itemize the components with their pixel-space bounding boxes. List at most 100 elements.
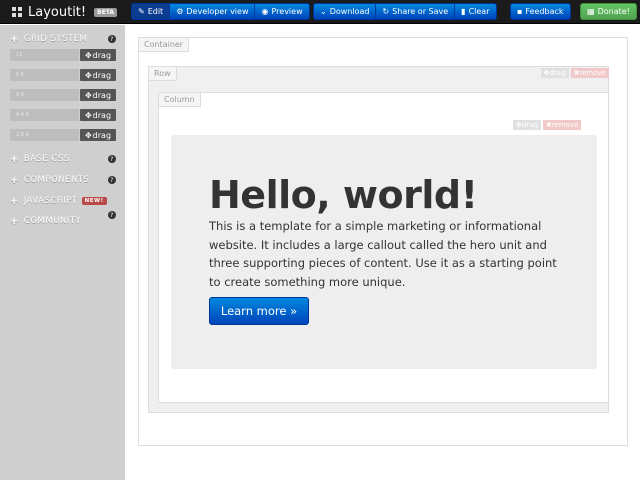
learn-more-button[interactable]: Learn more » <box>209 297 309 325</box>
column-label: Column <box>159 93 201 107</box>
share-label: Share or Save <box>392 7 449 16</box>
drag-handle[interactable]: ✥ drag <box>80 109 116 121</box>
grid-system-header[interactable]: + GRID SYSTEM ? <box>10 33 116 45</box>
grid-row-6-6: 6 6 ✥ drag <box>10 69 116 81</box>
grid-value-field[interactable]: 2 6 4 <box>10 129 79 141</box>
javascript-header[interactable]: + JAVASCRIPT NEW! <box>10 195 116 207</box>
beta-badge: BETA <box>94 7 118 17</box>
grid-value-field[interactable]: 4 4 4 <box>10 109 79 121</box>
components-header[interactable]: + COMPONENTS ? <box>10 174 116 186</box>
sidebar: + GRID SYSTEM ? 12 ✥ drag 6 6 ✥ drag 8 4 ✥… <box>0 25 125 480</box>
move-icon: ✥ <box>84 130 92 140</box>
grid-system-label: GRID SYSTEM <box>23 34 88 44</box>
file-button-group: ⌄ Download ↻ Share or Save ▮ Clear <box>313 3 497 20</box>
developer-icon: ⚙ <box>176 7 184 16</box>
download-button[interactable]: ⌄ Download <box>314 4 377 19</box>
help-icon[interactable]: ? <box>108 211 116 219</box>
plus-icon: + <box>10 174 19 186</box>
row-actions: ✥ drag ✖ remove <box>540 68 609 78</box>
preview-button[interactable]: ◉ Preview <box>255 4 308 19</box>
grid-value-field[interactable]: 12 <box>10 49 79 61</box>
drag-label: drag <box>92 90 112 100</box>
eye-icon: ◉ <box>261 7 269 16</box>
column-element[interactable]: Column ✥ drag ✖ remove Hello, world! This … <box>158 92 609 403</box>
column-remove-button[interactable]: ✖ remove <box>542 120 582 130</box>
plus-icon: + <box>10 33 19 45</box>
developer-view-label: Developer view <box>186 7 249 16</box>
drag-label: drag <box>521 121 538 129</box>
hero-text: This is a template for a simple marketin… <box>209 219 557 290</box>
clear-label: Clear <box>468 7 490 16</box>
column-drag-button[interactable]: ✥ drag <box>513 120 541 130</box>
container-label: Container <box>139 38 190 52</box>
share-icon: ↻ <box>382 7 390 16</box>
help-icon[interactable]: ? <box>108 35 116 43</box>
top-navbar: Layoutit! BETA ✎ Edit ⚙ Developer view ◉… <box>0 0 640 24</box>
row-drag-button[interactable]: ✥ drag <box>540 68 569 78</box>
download-icon: ⌄ <box>320 7 327 16</box>
drag-label: drag <box>549 69 566 77</box>
trash-icon: ▮ <box>461 7 466 16</box>
plus-icon: + <box>10 153 19 165</box>
drag-label: drag <box>92 130 112 140</box>
row-label: Row <box>149 67 177 81</box>
brand[interactable]: Layoutit! BETA <box>12 4 118 20</box>
plus-icon: + <box>10 195 19 207</box>
donate-group: ▦ Donate! <box>580 3 637 20</box>
donate-button[interactable]: ▦ Donate! <box>581 4 636 19</box>
community-label: COMMUNITY <box>23 216 82 226</box>
grid-row-4-4-4: 4 4 4 ✥ drag <box>10 109 116 121</box>
move-icon: ✥ <box>84 110 92 120</box>
brand-title: Layoutit! <box>28 4 87 20</box>
move-icon: ✥ <box>84 50 92 60</box>
hero-unit[interactable]: Hello, world! This is a template for a s… <box>171 135 597 369</box>
drag-label: drag <box>92 110 112 120</box>
grid-row-12: 12 ✥ drag <box>10 49 116 61</box>
mode-button-group: ✎ Edit ⚙ Developer view ◉ Preview <box>131 3 310 20</box>
comment-icon: ▪ <box>517 7 523 16</box>
plus-icon: + <box>10 215 19 227</box>
drag-handle[interactable]: ✥ drag <box>80 89 116 101</box>
new-badge: NEW! <box>81 197 107 205</box>
components-label: COMPONENTS <box>23 175 90 185</box>
feedback-group: ▪ Feedback <box>510 3 571 20</box>
row-element[interactable]: Row ✥ drag ✖ remove Column ✥ drag ✖ remove H… <box>148 66 609 413</box>
edit-button[interactable]: ✎ Edit <box>132 4 171 19</box>
move-icon: ✥ <box>84 90 92 100</box>
drag-handle[interactable]: ✥ drag <box>80 69 116 81</box>
donate-label: Donate! <box>597 7 630 16</box>
drag-handle[interactable]: ✥ drag <box>80 49 116 61</box>
column-actions: ✥ drag ✖ remove <box>513 120 582 130</box>
share-or-save-button[interactable]: ↻ Share or Save <box>376 4 456 19</box>
feedback-button[interactable]: ▪ Feedback <box>511 4 570 19</box>
developer-view-button[interactable]: ⚙ Developer view <box>170 4 256 19</box>
preview-label: Preview <box>271 7 303 16</box>
layout-canvas: Container Row ✥ drag ✖ remove Column ✥ drag… <box>125 25 640 480</box>
grid-row-8-4: 8 4 ✥ drag <box>10 89 116 101</box>
row-remove-button[interactable]: ✖ remove <box>570 68 609 78</box>
edit-icon: ✎ <box>138 7 145 16</box>
base-css-header[interactable]: + BASE CSS ? <box>10 153 116 165</box>
javascript-label: JAVASCRIPT <box>23 196 78 206</box>
help-icon[interactable]: ? <box>108 176 116 184</box>
help-icon[interactable]: ? <box>108 155 116 163</box>
container-element[interactable]: Container Row ✥ drag ✖ remove Column ✥ drag… <box>138 37 628 446</box>
gift-icon: ▦ <box>587 7 595 16</box>
community-header[interactable]: + COMMUNITY ? <box>10 211 116 227</box>
edit-label: Edit <box>147 7 164 16</box>
drag-label: drag <box>92 50 112 60</box>
remove-label: remove <box>579 69 606 77</box>
hero-title: Hello, world! <box>209 173 478 217</box>
feedback-label: Feedback <box>525 7 564 16</box>
grid-row-2-6-4: 2 6 4 ✥ drag <box>10 129 116 141</box>
drag-label: drag <box>92 70 112 80</box>
base-css-label: BASE CSS <box>23 154 70 164</box>
layoutit-logo-icon <box>12 7 22 17</box>
clear-button[interactable]: ▮ Clear <box>455 4 495 19</box>
grid-value-field[interactable]: 8 4 <box>10 89 79 101</box>
download-label: Download <box>329 7 370 16</box>
remove-label: remove <box>551 121 579 129</box>
grid-value-field[interactable]: 6 6 <box>10 69 79 81</box>
move-icon: ✥ <box>84 70 92 80</box>
drag-handle[interactable]: ✥ drag <box>80 129 116 141</box>
